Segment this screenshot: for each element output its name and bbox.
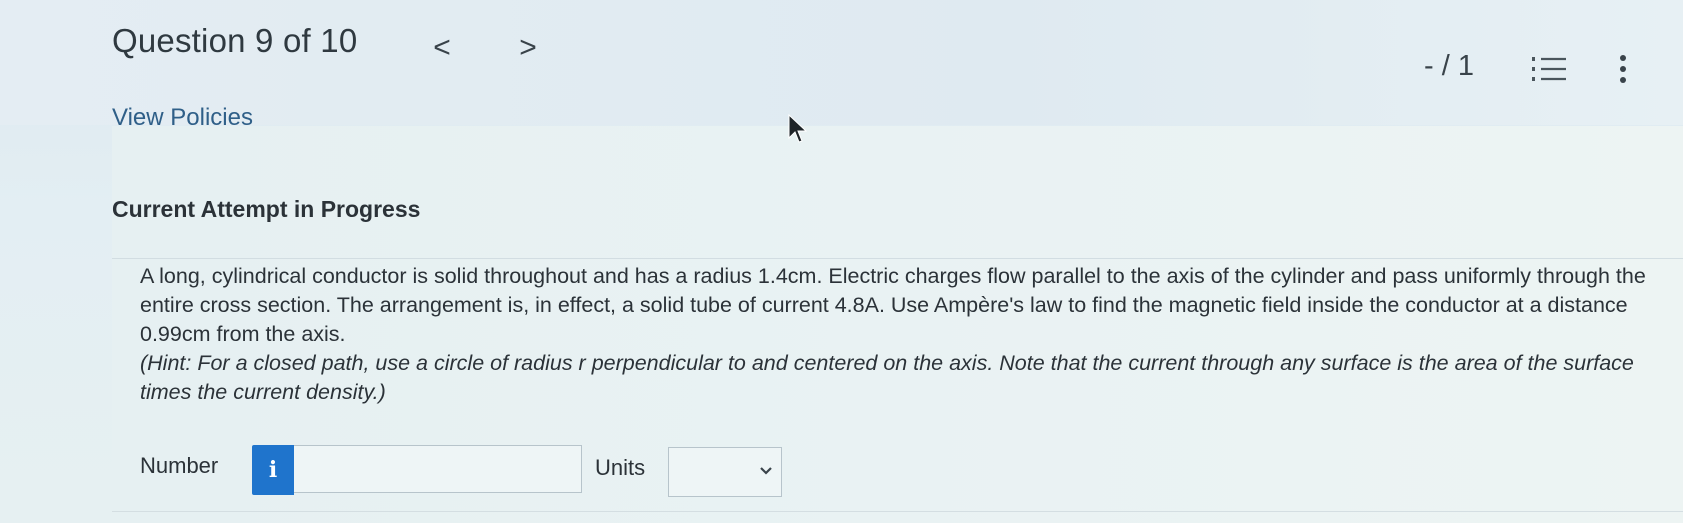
question-text: A long, cylindrical conductor is solid t…: [140, 264, 1646, 346]
numbered-list-icon[interactable]: [1532, 55, 1566, 83]
answer-row: Number i Units: [140, 445, 940, 497]
attempt-heading: Current Attempt in Progress: [112, 196, 421, 222]
next-question-button[interactable]: >: [510, 28, 546, 68]
units-label: Units: [595, 455, 646, 480]
chevron-down-icon: [760, 467, 772, 475]
info-icon[interactable]: i: [252, 445, 294, 495]
units-select[interactable]: [668, 447, 782, 497]
mouse-cursor-icon: [788, 113, 808, 144]
previous-question-button[interactable]: <: [424, 28, 460, 68]
question-counter: Question 9 of 10: [112, 22, 358, 59]
section-divider: [112, 258, 1683, 259]
score-display: - / 1: [1424, 50, 1474, 82]
question-body: A long, cylindrical conductor is solid t…: [140, 262, 1650, 407]
panel-bottom-border: [112, 511, 1683, 512]
number-label: Number: [140, 453, 219, 478]
hint-text: (Hint: For a closed path, use a circle o…: [140, 351, 1634, 404]
number-input[interactable]: [294, 445, 582, 493]
kebab-menu-icon[interactable]: [1615, 54, 1631, 84]
